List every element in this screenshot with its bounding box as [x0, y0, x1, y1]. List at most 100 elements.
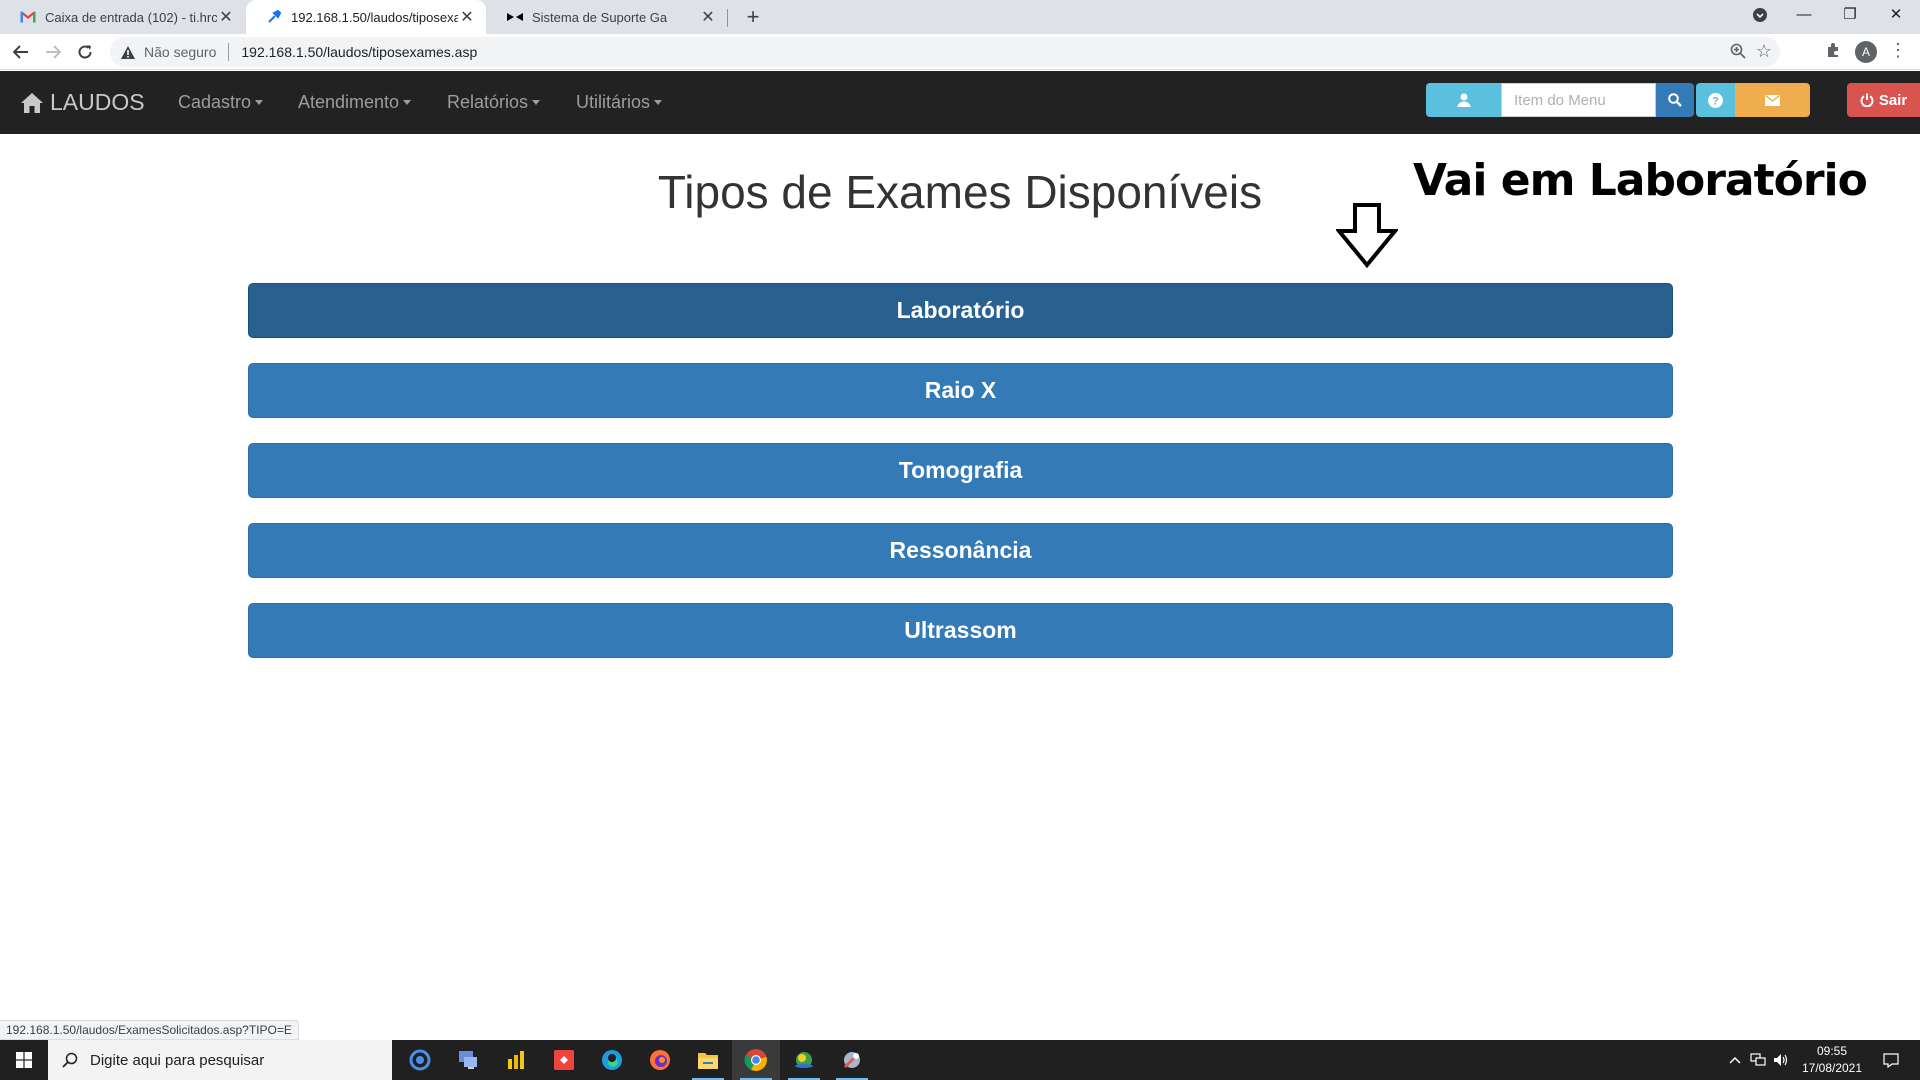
menu-label: Cadastro: [178, 92, 252, 112]
tab-title: Sistema de Suporte Ga: [532, 9, 668, 25]
brand-name: LAUDOS: [50, 89, 145, 115]
clock-time: 09:55: [1816, 1044, 1848, 1058]
app-navbar: LAUDOS Cadastro Atendimento Relatórios U…: [0, 71, 1920, 134]
anydesk-icon: [554, 1050, 574, 1070]
search-icon: [1668, 93, 1682, 107]
caret-down-icon: [532, 100, 541, 105]
exam-type-ultrassom-button[interactable]: Ultrassom: [248, 603, 1673, 658]
exam-type-ressonancia-button[interactable]: Ressonância: [248, 523, 1673, 578]
menu-utilitarios[interactable]: Utilitários: [576, 71, 663, 134]
exam-type-raio-x-button[interactable]: Raio X: [248, 363, 1673, 418]
menu-label: Relatórios: [447, 92, 529, 112]
address-bar[interactable]: Não seguro 192.168.1.50/laudos/tiposexam…: [110, 37, 1780, 67]
warning-icon[interactable]: [120, 45, 136, 59]
taskbar-app-2[interactable]: [444, 1040, 492, 1080]
restore-button[interactable]: ❐: [1827, 0, 1873, 30]
window-close-button[interactable]: ✕: [1873, 0, 1919, 30]
taskbar-app-8[interactable]: [732, 1040, 780, 1080]
search-icon: [62, 1052, 78, 1068]
taskbar-app-10[interactable]: [828, 1040, 876, 1080]
tray-chevron-icon[interactable]: [1729, 1040, 1741, 1080]
tab-title: 192.168.1.50/laudos/tiposexame: [291, 9, 458, 25]
remote-desktop-icon: [459, 1051, 477, 1069]
help-button[interactable]: ?: [1696, 83, 1735, 117]
user-button[interactable]: [1426, 83, 1501, 117]
menu-label: Atendimento: [298, 92, 400, 112]
brand-link[interactable]: LAUDOS: [20, 71, 145, 134]
menu-label: Utilitários: [576, 92, 651, 112]
tab-search-button[interactable]: [1737, 0, 1783, 30]
taskbar-clock[interactable]: 09:55 17/08/2021: [1792, 1043, 1872, 1077]
close-tab-icon[interactable]: ✕: [699, 7, 717, 27]
tab-divider: [727, 9, 728, 27]
volume-icon[interactable]: [1773, 1040, 1789, 1080]
menu-relatorios[interactable]: Relatórios: [447, 71, 541, 134]
messages-button[interactable]: [1735, 83, 1810, 117]
tab-gmail[interactable]: Caixa de entrada (102) - ti.hrcfab ✕: [0, 0, 245, 34]
edge-icon: [602, 1050, 622, 1070]
taskbar-app-1[interactable]: [396, 1040, 444, 1080]
taskbar-app-4[interactable]: [540, 1040, 588, 1080]
tab-laudos[interactable]: 192.168.1.50/laudos/tiposexame ✕: [246, 0, 486, 34]
menu-atendimento[interactable]: Atendimento: [298, 71, 412, 134]
logout-button[interactable]: Sair: [1847, 83, 1920, 117]
taskbar-app-3[interactable]: [492, 1040, 540, 1080]
close-tab-icon[interactable]: ✕: [217, 7, 235, 27]
help-icon: ?: [1708, 92, 1723, 108]
taskbar-search-placeholder: Digite aqui para pesquisar: [90, 1051, 265, 1069]
windows-logo-icon: [16, 1052, 32, 1068]
down-arrow-icon: [1334, 203, 1400, 273]
reload-icon: [78, 45, 92, 59]
exam-type-tomografia-button[interactable]: Tomografia: [248, 443, 1673, 498]
chrome-icon: [744, 1049, 767, 1071]
settings-tool-icon: [843, 1052, 860, 1069]
back-arrow-icon: [13, 45, 28, 59]
url-text[interactable]: 192.168.1.50/laudos/tiposexames.asp: [241, 44, 477, 60]
network-icon[interactable]: [1750, 1040, 1766, 1080]
omnibox-divider: [228, 43, 230, 61]
taskbar-app-6[interactable]: [636, 1040, 684, 1080]
browser-tab-strip: Caixa de entrada (102) - ti.hrcfab ✕ 192…: [0, 0, 1920, 34]
tool-icon: [266, 9, 282, 25]
menu-search-input[interactable]: [1501, 83, 1656, 117]
logout-label: Sair: [1878, 91, 1908, 109]
browser-toolbar: Não seguro 192.168.1.50/laudos/tiposexam…: [0, 34, 1920, 70]
minimize-button[interactable]: —: [1781, 0, 1827, 30]
menu-cadastro[interactable]: Cadastro: [178, 71, 264, 134]
taskbar-app-5[interactable]: [588, 1040, 636, 1080]
notification-center-icon[interactable]: [1883, 1040, 1899, 1080]
caret-down-icon: [255, 100, 264, 105]
tab-suporte[interactable]: Sistema de Suporte Ga ✕: [487, 0, 727, 34]
clock-date: 17/08/2021: [1801, 1061, 1863, 1075]
power-icon: [1860, 93, 1874, 107]
taskbar-app-9[interactable]: [780, 1040, 828, 1080]
close-tab-icon[interactable]: ✕: [458, 7, 476, 27]
exam-type-laboratorio-button[interactable]: Laboratório: [248, 283, 1673, 338]
envelope-icon: [1765, 94, 1780, 106]
forward-button[interactable]: [37, 36, 69, 68]
back-button[interactable]: [5, 36, 37, 68]
extensions-icon[interactable]: [1825, 42, 1841, 63]
app-blue-circle-icon: [409, 1049, 431, 1071]
home-icon: [20, 92, 44, 114]
bookmark-star-icon[interactable]: ☆: [1756, 41, 1772, 62]
windows-taskbar: Digite aqui para pesquisar 09:55 17/08/2…: [0, 1040, 1920, 1080]
network-globe-icon: [795, 1052, 813, 1068]
zoom-icon[interactable]: [1730, 43, 1746, 62]
file-explorer-icon: [698, 1053, 718, 1069]
start-button[interactable]: [0, 1040, 48, 1080]
profile-avatar[interactable]: A: [1855, 41, 1877, 63]
taskbar-search[interactable]: Digite aqui para pesquisar: [48, 1040, 392, 1080]
svg-text:?: ?: [1712, 95, 1719, 107]
caret-down-icon: [654, 100, 663, 105]
firefox-icon: [650, 1050, 670, 1070]
security-label[interactable]: Não seguro: [144, 44, 216, 60]
new-tab-button[interactable]: +: [738, 2, 768, 32]
power-bi-icon: [508, 1051, 524, 1069]
status-link-preview: 192.168.1.50/laudos/ExamesSolicitados.as…: [0, 1020, 299, 1040]
browser-menu-icon[interactable]: ⋮: [1888, 40, 1908, 61]
taskbar-app-7[interactable]: [684, 1040, 732, 1080]
menu-search-button[interactable]: [1656, 83, 1694, 117]
reload-button[interactable]: [69, 36, 101, 68]
user-icon: [1457, 93, 1470, 107]
